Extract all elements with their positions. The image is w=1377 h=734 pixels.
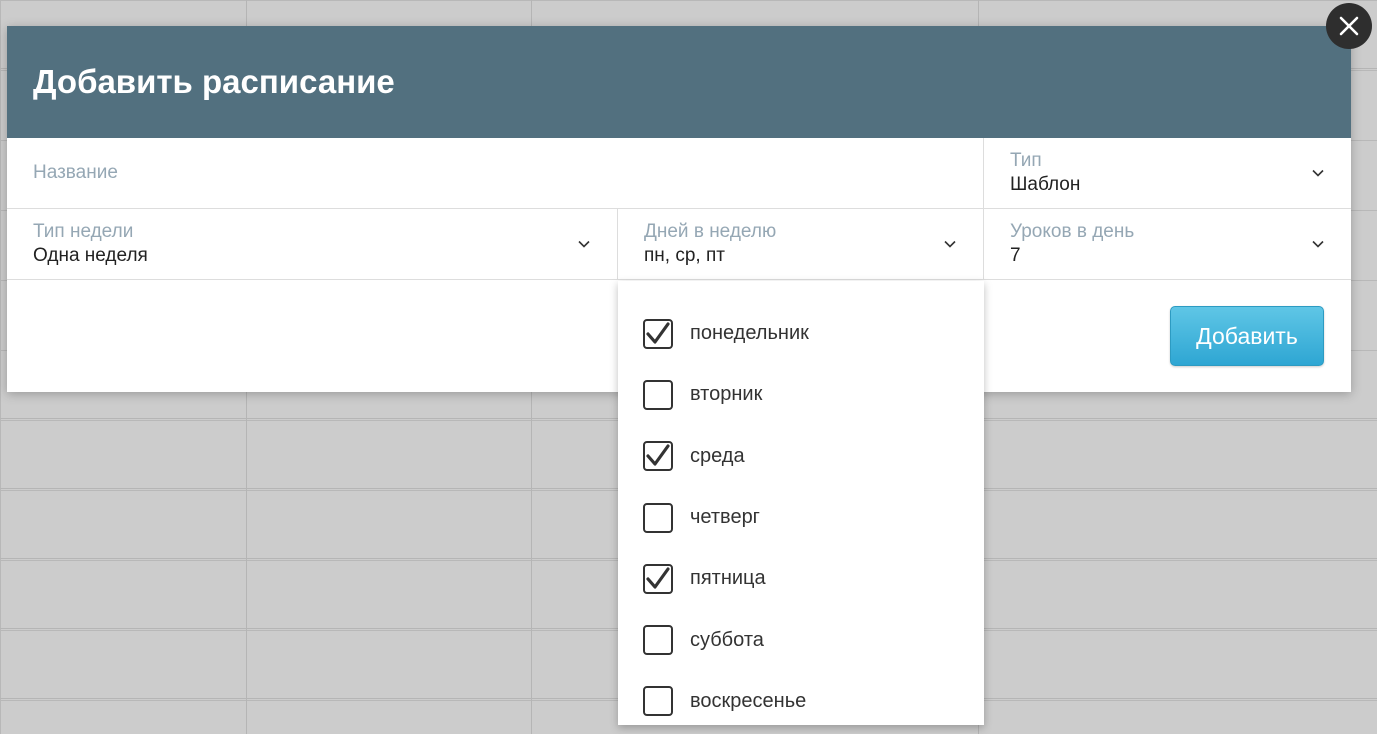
name-field[interactable] [7,138,984,208]
chevron-down-icon [944,240,956,248]
days-per-week-value: пн, ср, пт [644,245,725,266]
days-dropdown: понедельник вторник среда четверг пятниц [618,281,984,725]
lessons-per-day-value: 7 [1010,245,1021,266]
day-label: среда [690,444,745,467]
close-icon [1339,16,1359,36]
day-checkbox[interactable] [643,625,673,656]
chevron-down-icon [1312,240,1324,248]
type-value: Шаблон [1010,174,1081,195]
checkmark-icon [646,322,670,344]
day-option[interactable]: четверг [618,487,984,548]
day-option[interactable]: воскресенье [618,671,984,732]
day-option[interactable]: вторник [618,364,984,425]
day-checkbox[interactable] [643,563,673,594]
close-button[interactable] [1326,3,1372,49]
day-label: вторник [690,383,763,406]
chevron-down-icon [578,240,590,248]
days-per-week-select[interactable]: Дней в неделю пн, ср, пт [618,209,984,279]
chevron-down-icon [1312,169,1324,177]
lessons-per-day-label: Уроков в день [1010,221,1135,242]
modal-header: Добавить расписание [7,26,1351,138]
day-option[interactable]: суббота [618,609,984,670]
modal-title: Добавить расписание [33,63,395,100]
week-type-value: Одна неделя [33,245,148,266]
days-per-week-label: Дней в неделю [644,221,777,242]
form-row-1: Тип Шаблон [7,138,1351,209]
checkmark-icon [646,567,670,589]
day-checkbox[interactable] [643,502,673,533]
lessons-per-day-select[interactable]: Уроков в день 7 [984,209,1351,279]
form-row-2: Тип недели Одна неделя Дней в неделю пн,… [7,209,1351,280]
week-type-label: Тип недели [33,221,134,242]
day-option[interactable]: среда [618,426,984,487]
day-checkbox[interactable] [643,686,673,717]
day-checkbox[interactable] [643,379,673,410]
add-button[interactable]: Добавить [1170,306,1324,366]
day-label: понедельник [690,322,809,345]
day-checkbox[interactable] [643,318,673,349]
day-label: суббота [690,628,764,651]
day-option[interactable]: понедельник [618,303,984,364]
type-select[interactable]: Тип Шаблон [984,138,1351,208]
day-label: четверг [690,506,760,529]
week-type-select[interactable]: Тип недели Одна неделя [7,209,618,279]
type-label: Тип [1010,150,1042,171]
checkmark-icon [646,444,670,466]
day-option[interactable]: пятница [618,548,984,609]
day-checkbox[interactable] [643,441,673,472]
day-label: воскресенье [690,689,807,712]
name-input[interactable] [33,162,933,184]
day-label: пятница [690,567,766,590]
